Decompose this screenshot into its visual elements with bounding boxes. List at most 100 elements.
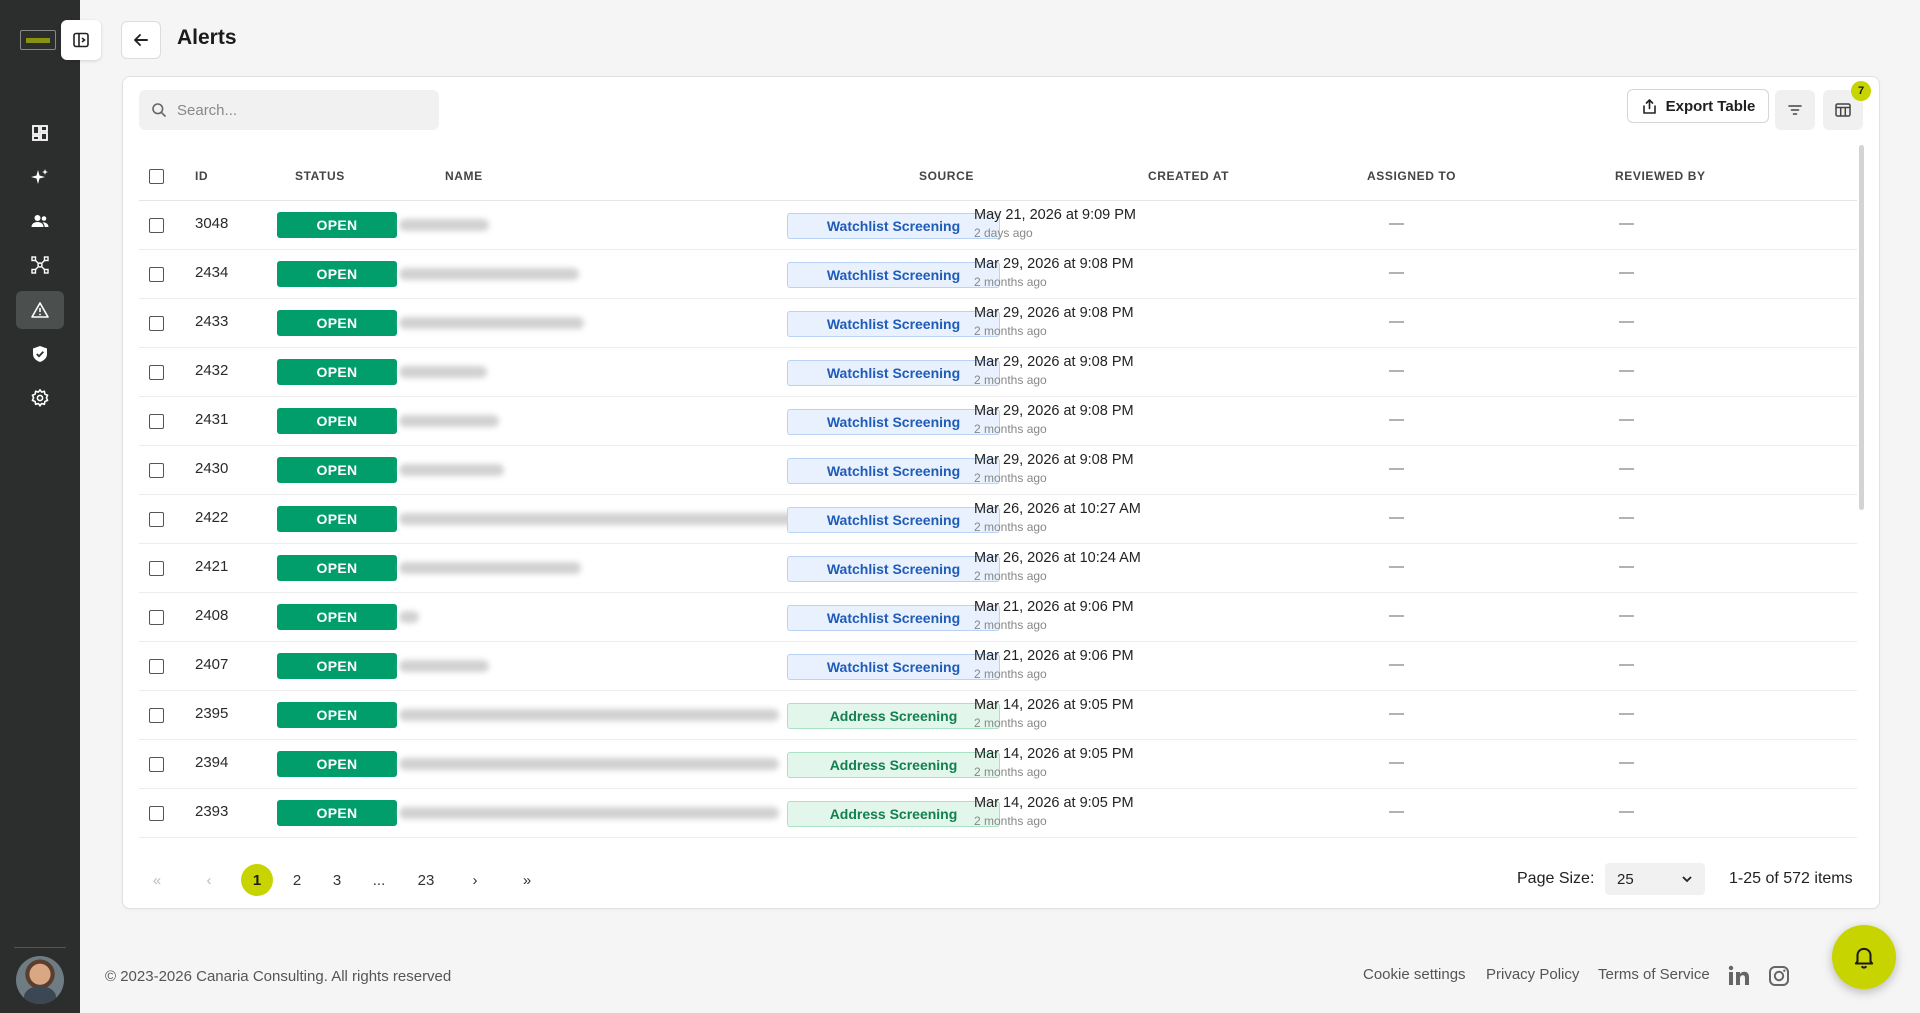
prev-page-button[interactable]: ‹ <box>193 864 225 896</box>
redacted-name[interactable] <box>399 464 504 476</box>
redacted-name[interactable] <box>399 660 489 672</box>
table-row[interactable]: 2431 OPEN Watchlist Screening Mar 29, 2026 … <box>139 397 1857 446</box>
nav-ai[interactable] <box>16 158 64 196</box>
row-checkbox[interactable] <box>149 512 164 527</box>
row-checkbox[interactable] <box>149 659 164 674</box>
table-row[interactable]: 2434 OPEN Watchlist Screening Mar 29, 2026 … <box>139 250 1857 299</box>
export-table-button[interactable]: Export Table <box>1627 89 1769 123</box>
sidebar-collapse-button[interactable] <box>61 20 101 60</box>
alert-id[interactable]: 2408 <box>195 607 228 624</box>
page-button-3[interactable]: 3 <box>321 864 353 896</box>
terms-of-service-link[interactable]: Terms of Service <box>1598 966 1710 983</box>
created-at: Mar 14, 2026 at 9:05 PM 2 months ago <box>974 795 1134 828</box>
alert-id[interactable]: 2394 <box>195 754 228 771</box>
privacy-policy-link[interactable]: Privacy Policy <box>1486 966 1579 983</box>
created-at: Mar 29, 2026 at 9:08 PM 2 months ago <box>974 452 1134 485</box>
table-row[interactable]: 2421 OPEN Watchlist Screening Mar 26, 2026 … <box>139 544 1857 593</box>
nav-alerts[interactable] <box>16 291 64 329</box>
redacted-name[interactable] <box>399 366 487 378</box>
alert-id[interactable]: 2407 <box>195 656 228 673</box>
column-header-source[interactable]: SOURCE <box>919 169 974 183</box>
table-row[interactable]: 2430 OPEN Watchlist Screening Mar 29, 2026 … <box>139 446 1857 495</box>
row-checkbox[interactable] <box>149 708 164 723</box>
redacted-name[interactable] <box>399 219 489 231</box>
row-checkbox[interactable] <box>149 806 164 821</box>
page-size-select[interactable]: 25 <box>1605 863 1705 895</box>
cookie-settings-link[interactable]: Cookie settings <box>1363 966 1466 983</box>
redacted-name[interactable] <box>399 513 799 525</box>
table-row[interactable]: 2408 OPEN Watchlist Screening Mar 21, 2026 … <box>139 593 1857 642</box>
row-checkbox[interactable] <box>149 610 164 625</box>
alert-id[interactable]: 2432 <box>195 362 228 379</box>
alert-id[interactable]: 2393 <box>195 803 228 820</box>
column-header-id[interactable]: ID <box>195 169 208 183</box>
alert-id[interactable]: 3048 <box>195 215 228 232</box>
row-checkbox[interactable] <box>149 218 164 233</box>
redacted-name[interactable] <box>399 415 499 427</box>
table-row[interactable]: 2394 OPEN Address Screening Mar 14, 2026 at… <box>139 740 1857 789</box>
linkedin-icon[interactable] <box>1727 964 1751 988</box>
user-avatar[interactable] <box>16 956 64 1004</box>
row-checkbox[interactable] <box>149 561 164 576</box>
nav-compliance[interactable] <box>16 335 64 373</box>
alert-id[interactable]: 2421 <box>195 558 228 575</box>
filter-button[interactable] <box>1775 90 1815 130</box>
search-box[interactable] <box>139 90 439 130</box>
notifications-button[interactable] <box>1832 925 1896 989</box>
column-header-reviewed-by[interactable]: REVIEWED BY <box>1615 169 1706 183</box>
instagram-icon[interactable] <box>1767 964 1791 988</box>
alert-id[interactable]: 2395 <box>195 705 228 722</box>
redacted-name[interactable] <box>399 562 581 574</box>
reviewed-by: — <box>1619 313 1634 330</box>
row-checkbox[interactable] <box>149 365 164 380</box>
export-table-label: Export Table <box>1665 97 1756 115</box>
back-button[interactable] <box>121 21 161 59</box>
nav-users[interactable] <box>16 202 64 240</box>
reviewed-by: — <box>1619 558 1634 575</box>
nav-dashboard[interactable] <box>16 114 64 152</box>
alert-id[interactable]: 2430 <box>195 460 228 477</box>
table-row[interactable]: 2432 OPEN Watchlist Screening Mar 29, 2026 … <box>139 348 1857 397</box>
last-page-button[interactable]: » <box>511 864 543 896</box>
column-header-status[interactable]: STATUS <box>295 169 345 183</box>
redacted-name[interactable] <box>399 268 579 280</box>
search-input[interactable] <box>177 101 417 119</box>
page-button-23[interactable]: 23 <box>410 864 442 896</box>
first-page-button[interactable]: « <box>141 864 173 896</box>
redacted-name[interactable] <box>399 317 584 329</box>
table-row[interactable]: 3048 OPEN Watchlist Screening May 21, 2026 … <box>139 201 1857 250</box>
reviewed-by: — <box>1619 460 1634 477</box>
alert-id[interactable]: 2433 <box>195 313 228 330</box>
assigned-to: — <box>1389 215 1404 232</box>
column-header-name[interactable]: NAME <box>445 169 483 183</box>
status-badge: OPEN <box>277 457 397 483</box>
created-relative: 2 months ago <box>974 373 1047 387</box>
table-row[interactable]: 2422 OPEN Watchlist Screening Mar 26, 2026 … <box>139 495 1857 544</box>
table-scrollbar[interactable] <box>1859 145 1864 510</box>
row-checkbox[interactable] <box>149 757 164 772</box>
redacted-name[interactable] <box>399 758 779 770</box>
page-button-2[interactable]: 2 <box>281 864 313 896</box>
nav-settings[interactable] <box>16 379 64 417</box>
row-checkbox[interactable] <box>149 414 164 429</box>
table-row[interactable]: 2393 OPEN Address Screening Mar 14, 2026 at… <box>139 789 1857 838</box>
page-button-1[interactable]: 1 <box>241 864 273 896</box>
alert-id[interactable]: 2434 <box>195 264 228 281</box>
table-row[interactable]: 2407 OPEN Watchlist Screening Mar 21, 2026 … <box>139 642 1857 691</box>
nav-network[interactable] <box>16 246 64 284</box>
next-page-button[interactable]: › <box>459 864 491 896</box>
table-row[interactable]: 2395 OPEN Address Screening Mar 14, 2026 at… <box>139 691 1857 740</box>
redacted-name[interactable] <box>399 611 419 623</box>
select-all-checkbox[interactable] <box>149 169 164 184</box>
row-checkbox[interactable] <box>149 316 164 331</box>
row-checkbox[interactable] <box>149 463 164 478</box>
column-header-assigned-to[interactable]: ASSIGNED TO <box>1367 169 1456 183</box>
redacted-name[interactable] <box>399 807 779 819</box>
column-header-created-at[interactable]: CREATED AT <box>1148 169 1229 183</box>
alert-id[interactable]: 2431 <box>195 411 228 428</box>
table-row[interactable]: 2433 OPEN Watchlist Screening Mar 29, 2026 … <box>139 299 1857 348</box>
status-badge: OPEN <box>277 800 397 826</box>
row-checkbox[interactable] <box>149 267 164 282</box>
alert-id[interactable]: 2422 <box>195 509 228 526</box>
redacted-name[interactable] <box>399 709 779 721</box>
